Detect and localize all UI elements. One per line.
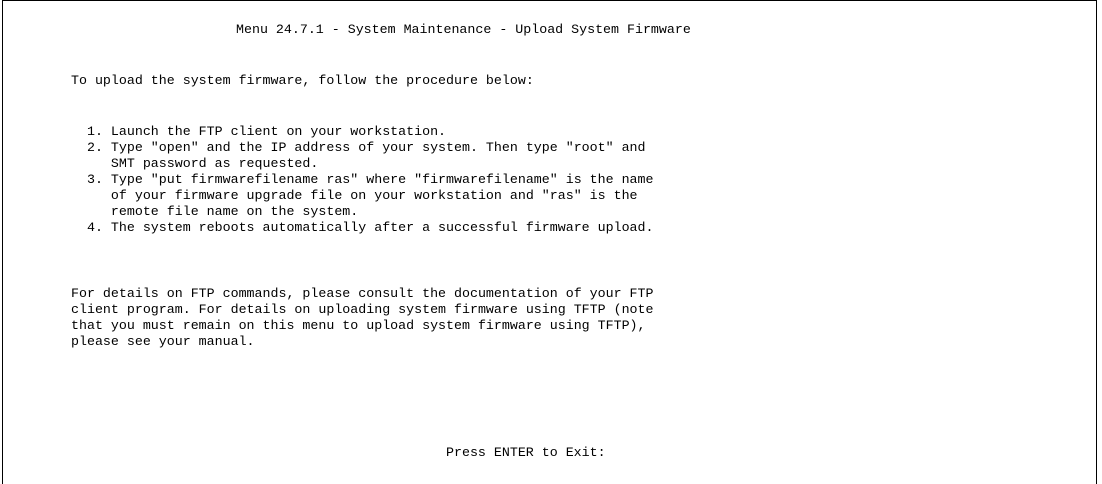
- menu-title: Menu 24.7.1 - System Maintenance - Uploa…: [236, 22, 691, 37]
- step-3-continued-1: of your firmware upgrade file on your wo…: [71, 188, 638, 203]
- terminal-window: Menu 24.7.1 - System Maintenance - Uploa…: [2, 0, 1097, 484]
- step-3-continued-2: remote file name on the system.: [71, 204, 359, 219]
- step-3: 3. Type "put firmwarefilename ras" where…: [71, 172, 654, 187]
- step-2: 2. Type "open" and the IP address of you…: [71, 140, 646, 155]
- step-2-continued: SMT password as requested.: [71, 156, 319, 171]
- details-line-1: For details on FTP commands, please cons…: [71, 286, 654, 301]
- step-4: 4. The system reboots automatically afte…: [71, 220, 654, 235]
- exit-prompt[interactable]: Press ENTER to Exit:: [446, 442, 614, 461]
- exit-prompt-label: Press ENTER to Exit:: [446, 445, 606, 460]
- details-line-4: please see your manual.: [71, 334, 255, 349]
- details-line-2: client program. For details on uploading…: [71, 302, 654, 317]
- input-cursor[interactable]: [606, 442, 614, 456]
- details-line-3: that you must remain on this menu to upl…: [71, 318, 646, 333]
- step-1: 1. Launch the FTP client on your worksta…: [71, 124, 447, 139]
- intro-text: To upload the system firmware, follow th…: [71, 73, 534, 88]
